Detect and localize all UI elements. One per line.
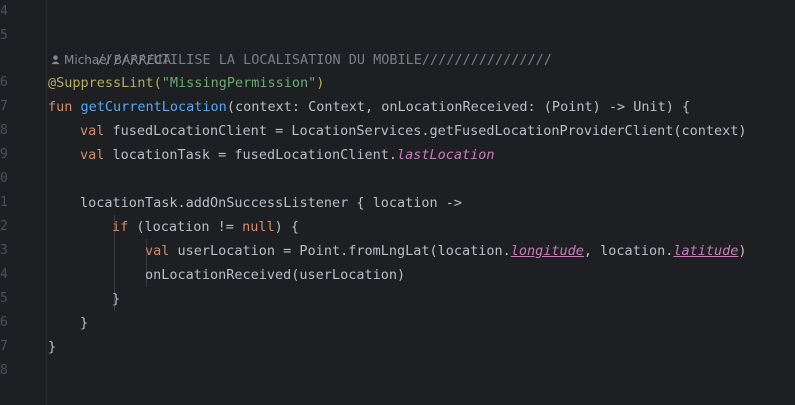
keyword: null: [242, 219, 275, 235]
code-line[interactable]: locationTask.addOnSuccessListener { loca…: [80, 191, 462, 215]
keyword: val: [80, 123, 113, 139]
keyword: fun: [48, 99, 81, 115]
code-text: fusedLocationClient = LocationServices.g…: [112, 123, 747, 139]
code-editor[interactable]: 4 5 6 7 8 9 0 1 2 3 4 5 6 7 8 ///////UTI…: [0, 0, 795, 405]
code-text: userLocation = Point.fromLngLat(location…: [177, 243, 511, 259]
code-line[interactable]: if (location != null) {: [112, 215, 299, 239]
line-number: 0: [0, 171, 8, 186]
line-number: 8: [0, 363, 8, 378]
line-number: 5: [0, 291, 8, 306]
code-text: onLocationReceived(userLocation): [145, 267, 406, 283]
author-name: Michael BARRECA: [64, 53, 172, 67]
code-text: , location.: [583, 243, 674, 259]
function-name: getCurrentLocation: [80, 99, 227, 115]
line-number: 4: [0, 267, 8, 282]
line-number: 9: [0, 147, 8, 162]
code-line[interactable]: }: [80, 311, 88, 335]
code-author-hint[interactable]: Michael BARRECA: [50, 50, 171, 70]
code-text: (context: Context, onLocationReceived: (…: [226, 99, 691, 115]
property: lastLocation: [397, 147, 495, 163]
keyword: if: [112, 219, 137, 235]
code-line[interactable]: val fusedLocationClient = LocationServic…: [80, 119, 746, 143]
line-number-gutter[interactable]: 4 5 6 7 8 9 0 1 2 3 4 5 6 7 8: [0, 0, 47, 405]
line-number: 7: [0, 99, 8, 114]
code-line[interactable]: }: [112, 287, 120, 311]
code-text: ): [738, 243, 747, 259]
code-line[interactable]: fun getCurrentLocation(context: Context,…: [48, 95, 690, 119]
annotation-close: ): [316, 75, 325, 91]
line-number: 8: [0, 123, 8, 138]
closing-brace: }: [80, 315, 89, 331]
code-line[interactable]: ///////UTILISE LA LOCALISATION DU MOBILE…: [48, 24, 552, 68]
code-line[interactable]: val locationTask = fusedLocationClient.l…: [80, 143, 495, 167]
code-line[interactable]: @SuppressLint("MissingPermission"): [48, 71, 324, 95]
code-line[interactable]: onLocationReceived(userLocation): [145, 263, 405, 287]
code-line[interactable]: }: [48, 335, 56, 359]
line-number: 4: [0, 4, 8, 19]
string-literal: "MissingPermission": [161, 75, 317, 91]
line-number: 3: [0, 243, 8, 258]
code-text: ) {: [274, 219, 299, 235]
code-text: locationTask.addOnSuccessListener { loca…: [80, 195, 463, 211]
line-number: 7: [0, 339, 8, 354]
closing-brace: }: [112, 291, 121, 307]
code-text: (location !=: [136, 219, 243, 235]
code-area[interactable]: ///////UTILISE LA LOCALISATION DU MOBILE…: [48, 0, 795, 405]
line-number: 5: [0, 28, 8, 43]
keyword: val: [145, 243, 178, 259]
line-number: 6: [0, 75, 8, 90]
annotation: @SuppressLint(: [48, 75, 162, 91]
line-number: 6: [0, 315, 8, 330]
code-line[interactable]: val userLocation = Point.fromLngLat(loca…: [145, 239, 747, 263]
property: longitude: [510, 243, 584, 259]
line-number: 2: [0, 219, 8, 234]
code-text: locationTask = fusedLocationClient.: [112, 147, 397, 163]
line-number: 1: [0, 195, 8, 210]
person-icon: [51, 55, 60, 65]
closing-brace: }: [48, 339, 57, 355]
keyword: val: [80, 147, 113, 163]
property: latitude: [673, 243, 739, 259]
